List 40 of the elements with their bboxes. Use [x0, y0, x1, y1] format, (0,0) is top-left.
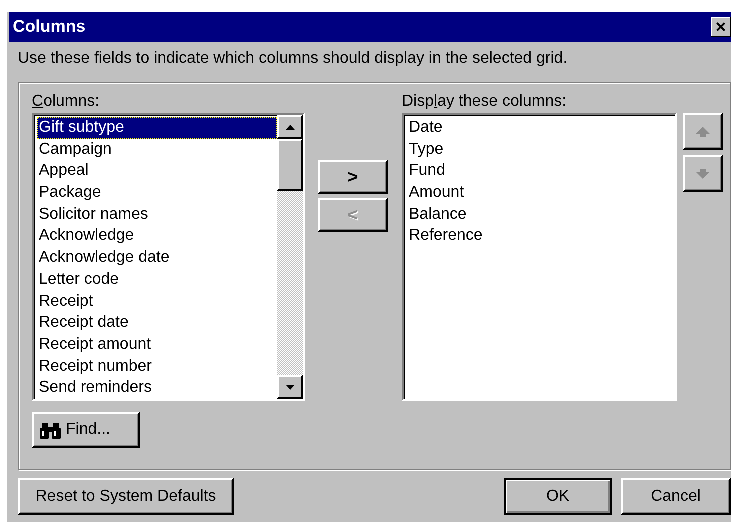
scrollbar[interactable]	[277, 115, 303, 399]
close-button[interactable]: ×	[711, 17, 731, 37]
down-triangle-icon	[286, 384, 294, 390]
list-item[interactable]: Receipt amount	[37, 334, 277, 356]
list-item[interactable]: Gift subtype	[37, 117, 277, 139]
columns-list[interactable]: Gift subtype Campaign Appeal Package Solicitor names Acknowledge Acknowledge date Letter code Receipt Receipt date Receipt amount Receipt number Send reminders	[32, 113, 305, 401]
list-item[interactable]: Letter code	[37, 268, 277, 290]
scroll-down-button[interactable]	[277, 375, 303, 399]
dialog-button[interactable]: Reset to System Defaults	[18, 478, 234, 515]
dialog-button[interactable]: OK	[504, 478, 612, 515]
up-arrow-icon	[696, 126, 710, 136]
list-item[interactable]: Acknowledge	[37, 225, 277, 248]
list-item[interactable]: Balance	[407, 204, 675, 226]
list-item[interactable]: Acknowledge date	[37, 247, 277, 269]
list-item[interactable]: Appeal	[37, 160, 277, 182]
find-button[interactable]: Find...	[32, 412, 140, 448]
scroll-thumb[interactable]	[277, 139, 303, 191]
binoculars-icon	[40, 422, 62, 438]
list-item[interactable]: Receipt	[37, 290, 277, 312]
list-item[interactable]: Fund	[407, 160, 675, 182]
list-item[interactable]: Date	[407, 117, 675, 139]
down-arrow-icon	[696, 168, 710, 178]
list-item[interactable]: Type	[407, 138, 675, 160]
list-item[interactable]: Send reminders	[37, 377, 277, 399]
list-item[interactable]: Receipt number	[37, 356, 277, 378]
up-triangle-icon	[286, 124, 294, 130]
display-columns-list[interactable]: Date Type Fund Amount Balance Reference	[402, 113, 677, 401]
list-item[interactable]: Package	[37, 182, 277, 204]
list-item[interactable]: Receipt date	[37, 312, 277, 334]
list-item[interactable]: Amount	[407, 182, 675, 204]
dialog-button[interactable]: Cancel	[621, 478, 731, 515]
list-label: Display these columns:	[402, 92, 568, 112]
window-title: Columns	[13, 17, 86, 37]
list-item[interactable]: Campaign	[37, 138, 277, 160]
list-item[interactable]: Reference	[407, 225, 675, 248]
instruction-text: Use these fields to indicate which columns should display in the selected grid.	[18, 50, 569, 69]
list-label: Columns:	[32, 92, 101, 112]
move-button[interactable]: >	[318, 160, 388, 194]
list-item[interactable]: Solicitor names	[37, 204, 277, 226]
scroll-up-button[interactable]	[277, 115, 303, 139]
